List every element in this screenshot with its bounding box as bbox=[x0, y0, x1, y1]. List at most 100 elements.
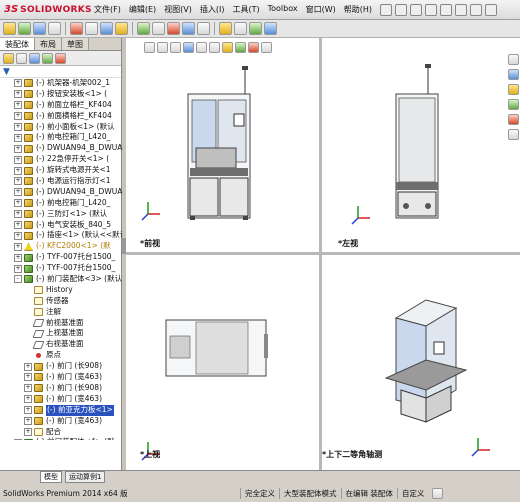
tree-item[interactable]: + (-) 插座<1> (默认<<默认 bbox=[0, 230, 122, 241]
tree-item[interactable]: - (-) 前门装配体<3> (默认 bbox=[0, 274, 122, 285]
expand-icon[interactable]: + bbox=[14, 112, 22, 121]
menu-item[interactable]: 编辑(E) bbox=[129, 4, 156, 15]
tree-item[interactable]: 原点 bbox=[0, 350, 122, 361]
select-icon[interactable] bbox=[455, 3, 468, 16]
tree-item[interactable]: + (-) 前门 (宽463) bbox=[0, 372, 122, 383]
tree-item[interactable]: 传感器 bbox=[0, 296, 122, 307]
expand-icon[interactable]: + bbox=[24, 406, 32, 415]
iso-view-machine[interactable] bbox=[384, 299, 468, 423]
filter-icon[interactable]: ▼ bbox=[3, 67, 10, 77]
panel-tab[interactable]: 装配体 bbox=[0, 38, 35, 50]
large-assembly-mode-icon[interactable] bbox=[234, 22, 247, 35]
new-motion-study-icon[interactable] bbox=[137, 22, 150, 35]
expand-icon[interactable]: + bbox=[14, 221, 22, 230]
tree-item[interactable]: + (-) 旋转式电源开关<1 bbox=[0, 165, 122, 176]
expand-icon[interactable]: + bbox=[14, 166, 22, 175]
expand-icon[interactable]: + bbox=[14, 155, 22, 164]
insert-component-icon[interactable] bbox=[3, 22, 16, 35]
expand-icon[interactable]: + bbox=[24, 362, 32, 371]
clearance-verification-icon[interactable] bbox=[197, 22, 210, 35]
print-icon[interactable] bbox=[425, 3, 438, 16]
dimxpert-icon[interactable] bbox=[42, 52, 53, 64]
view-palette-icon[interactable] bbox=[507, 99, 519, 110]
expand-icon[interactable]: + bbox=[24, 417, 32, 426]
bottom-tab[interactable]: 模型 bbox=[40, 471, 62, 483]
move-component-icon[interactable] bbox=[70, 22, 83, 35]
tree-item[interactable]: + (-) 前电控箱门_L420_ bbox=[0, 198, 122, 209]
appearances-icon[interactable] bbox=[507, 114, 519, 125]
tree-item[interactable]: + (-) TYF-007托台1500_ bbox=[0, 263, 122, 274]
menu-item[interactable]: 文件(F) bbox=[94, 4, 121, 15]
tree-filter[interactable]: ▼ bbox=[0, 66, 121, 78]
tree-item[interactable]: + (-) 前门 (长908) bbox=[0, 361, 122, 372]
expand-icon[interactable]: + bbox=[24, 373, 32, 382]
top-view-machine[interactable] bbox=[165, 319, 268, 377]
tree-item[interactable]: + (-) 前电控箱门_L420_ bbox=[0, 132, 122, 143]
menu-item[interactable]: 帮助(H) bbox=[344, 4, 372, 15]
expand-icon[interactable]: + bbox=[14, 177, 22, 186]
tree-item[interactable]: + (-) 前门 (宽463) bbox=[0, 416, 122, 427]
graphics-area[interactable]: *前视 *左视 *上视 *上下二等角轴测 bbox=[126, 38, 520, 470]
tree-item[interactable]: + (-) 22急停开关<1> ( bbox=[0, 154, 122, 165]
exploded-view-icon[interactable] bbox=[167, 22, 180, 35]
expand-icon[interactable]: + bbox=[14, 242, 22, 251]
expand-icon[interactable]: + bbox=[14, 438, 22, 440]
tree-item[interactable]: + (-) TYF-007托台1500_ bbox=[0, 252, 122, 263]
menu-item[interactable]: 插入(I) bbox=[200, 4, 225, 15]
expand-icon[interactable]: + bbox=[24, 395, 32, 404]
panel-tab[interactable]: 草图 bbox=[62, 38, 89, 50]
solidworks-logo[interactable]: 3S SOLIDWORKS bbox=[4, 4, 92, 15]
expand-icon[interactable]: + bbox=[24, 384, 32, 393]
expand-icon[interactable]: + bbox=[14, 231, 22, 240]
tree-item[interactable]: + (-) 前门 (长908) bbox=[0, 383, 122, 394]
speedpak-icon[interactable] bbox=[249, 22, 262, 35]
help-icon[interactable] bbox=[432, 487, 444, 499]
tree-item[interactable]: + (-) 前门 (宽463) bbox=[0, 394, 122, 405]
menu-item[interactable]: Toolbox bbox=[268, 4, 298, 15]
expand-icon[interactable]: + bbox=[14, 199, 22, 208]
solidworks-resources-icon[interactable] bbox=[507, 54, 519, 65]
undo-icon[interactable] bbox=[440, 3, 453, 16]
tree-item[interactable]: + (-) 前亚克力板<1> bbox=[0, 404, 122, 416]
rebuild-icon[interactable] bbox=[470, 3, 483, 16]
tree-item[interactable]: + (-) DWUAN94_B_DWUAN9 bbox=[0, 187, 122, 198]
units-custom[interactable]: 自定义 bbox=[396, 487, 429, 499]
viewport-divider-horizontal[interactable] bbox=[126, 252, 520, 255]
bottom-tab[interactable]: 运动算例1 bbox=[65, 471, 106, 483]
tree-item[interactable]: + (-) 三防灯<1> (默认 bbox=[0, 209, 122, 220]
tree-item[interactable]: + (-) 前面横格栏_KF404 bbox=[0, 111, 122, 122]
expand-icon[interactable]: + bbox=[14, 101, 22, 110]
feature-tree-icon[interactable] bbox=[3, 52, 14, 64]
design-library-icon[interactable] bbox=[507, 69, 519, 80]
menu-item[interactable]: 窗口(W) bbox=[306, 4, 336, 15]
bill-of-materials-icon[interactable] bbox=[152, 22, 165, 35]
tree-item[interactable]: + (-) DWUAN94_B_DWUAN9 bbox=[0, 143, 122, 154]
tree-item[interactable]: 前视基准面 bbox=[0, 318, 122, 329]
menu-item[interactable]: 视图(V) bbox=[164, 4, 192, 15]
take-snapshot-icon[interactable] bbox=[264, 22, 277, 35]
expand-icon[interactable]: + bbox=[14, 264, 22, 273]
new-document-icon[interactable] bbox=[380, 3, 393, 16]
property-manager-icon[interactable] bbox=[16, 52, 27, 64]
tree-item[interactable]: + (-) 按钮安装板<1> ( bbox=[0, 89, 122, 100]
tree-item[interactable]: + (-) 前面立格栏_KF404 bbox=[0, 100, 122, 111]
tree-item[interactable]: History bbox=[0, 285, 122, 296]
front-view-machine[interactable] bbox=[187, 66, 251, 220]
expand-icon[interactable]: + bbox=[14, 90, 22, 99]
show-hidden-icon[interactable] bbox=[85, 22, 98, 35]
assembly-features-icon[interactable] bbox=[100, 22, 113, 35]
left-view-machine[interactable] bbox=[395, 64, 439, 219]
tree-item[interactable]: + 配合 bbox=[0, 427, 122, 438]
expand-icon[interactable]: + bbox=[14, 79, 22, 88]
instant3d-icon[interactable] bbox=[219, 22, 232, 35]
expand-icon[interactable]: + bbox=[14, 144, 22, 153]
tree-item[interactable]: + (-) KFC2000<1> (默 bbox=[0, 241, 122, 252]
panel-tab[interactable]: 布局 bbox=[35, 38, 62, 50]
linear-pattern-icon[interactable] bbox=[33, 22, 46, 35]
smart-fasteners-icon[interactable] bbox=[48, 22, 61, 35]
expand-icon[interactable]: + bbox=[14, 210, 22, 219]
display-manager-icon[interactable] bbox=[55, 52, 66, 64]
expand-icon[interactable]: + bbox=[14, 123, 22, 131]
open-icon[interactable] bbox=[395, 3, 408, 16]
tree-item[interactable]: + (-) 电源运行指示灯<1 bbox=[0, 176, 122, 187]
